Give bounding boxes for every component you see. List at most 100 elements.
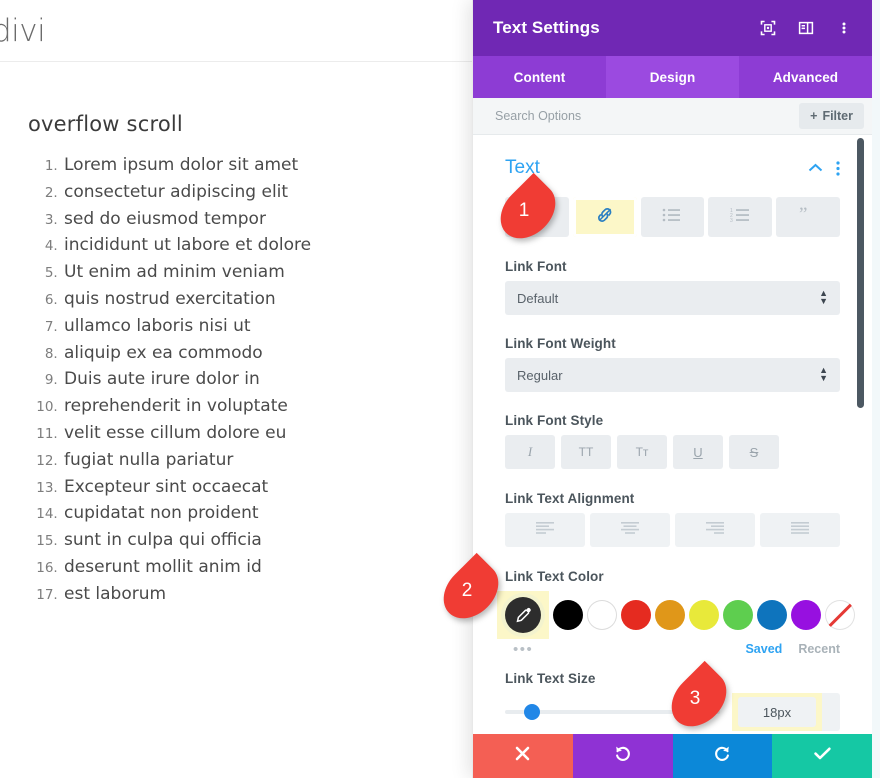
swatch-purple[interactable] bbox=[791, 600, 821, 630]
swatch-blue[interactable] bbox=[757, 600, 787, 630]
link-font-select[interactable]: Default ▲ ▼ bbox=[505, 281, 840, 315]
eyedropper-button[interactable] bbox=[497, 591, 549, 639]
page-content: overflow scroll Lorem ipsum dolor sit am… bbox=[0, 62, 472, 608]
align-justify-button[interactable] bbox=[760, 513, 840, 547]
marker-label: 3 bbox=[689, 688, 701, 709]
uppercase-button[interactable]: TT bbox=[561, 435, 611, 469]
search-bar: + Filter bbox=[473, 98, 872, 135]
slider-handle[interactable] bbox=[523, 704, 540, 720]
list-item: consectetur adipiscing elit bbox=[62, 179, 472, 206]
filter-button[interactable]: + Filter bbox=[799, 103, 864, 129]
list-item: Lorem ipsum dolor sit amet bbox=[62, 152, 472, 179]
link-font-value: Default bbox=[517, 290, 559, 306]
ordered-list: Lorem ipsum dolor sit amet consectetur a… bbox=[28, 152, 472, 608]
swatch-yellow[interactable] bbox=[689, 600, 719, 630]
link-text-alignment-group bbox=[505, 513, 840, 547]
plus-icon: + bbox=[810, 109, 818, 123]
ordered-list-icon: 1 2 3 bbox=[730, 208, 751, 227]
list-item: Ut enim ad minim veniam bbox=[62, 259, 472, 286]
modal-title: Text Settings bbox=[493, 18, 600, 37]
more-colors-button[interactable]: ••• bbox=[513, 642, 533, 657]
save-button[interactable] bbox=[772, 734, 872, 778]
align-left-icon bbox=[535, 521, 555, 539]
select-arrows-icon: ▲ ▼ bbox=[819, 365, 828, 383]
link-font-style-group: I TT Tᴛ U S bbox=[505, 435, 840, 469]
align-left-button[interactable] bbox=[505, 513, 585, 547]
list-item: fugiat nulla pariatur bbox=[62, 447, 472, 474]
website-preview: divi overflow scroll Lorem ipsum dolor s… bbox=[0, 0, 472, 778]
undo-button[interactable] bbox=[572, 734, 673, 778]
italic-button[interactable]: I bbox=[505, 435, 555, 469]
strikethrough-glyph: S bbox=[749, 444, 759, 460]
select-arrows-icon: ▲ ▼ bbox=[819, 288, 828, 306]
swatch-transparent[interactable] bbox=[825, 600, 855, 630]
link-text-size-unit-area[interactable] bbox=[822, 693, 840, 731]
link-font-style-label: Link Font Style bbox=[505, 413, 604, 428]
svg-text:”: ” bbox=[799, 207, 807, 223]
swatch-green[interactable] bbox=[723, 600, 753, 630]
blockquote-button[interactable]: ” bbox=[776, 197, 840, 237]
link-text-size-input[interactable]: 18px bbox=[738, 697, 816, 727]
swatch-black[interactable] bbox=[553, 600, 583, 630]
site-logo: divi bbox=[0, 12, 46, 49]
section-title: Text bbox=[505, 157, 540, 178]
color-swatch-row bbox=[497, 591, 855, 639]
search-input[interactable] bbox=[495, 109, 800, 123]
redo-button[interactable] bbox=[672, 734, 773, 778]
saved-colors-tab[interactable]: Saved bbox=[745, 642, 782, 656]
modal-header-actions bbox=[756, 16, 856, 40]
link-font-weight-select[interactable]: Regular ▲ ▼ bbox=[505, 358, 840, 392]
list-item: reprehenderit in voluptate bbox=[62, 393, 472, 420]
text-section-header: Text bbox=[505, 157, 840, 179]
svg-text:3: 3 bbox=[730, 218, 733, 222]
page-right-edge bbox=[872, 0, 880, 778]
list-item: cupidatat non proident bbox=[62, 500, 472, 527]
swatch-white[interactable] bbox=[587, 600, 617, 630]
panel-layout-icon[interactable] bbox=[794, 16, 818, 40]
recent-colors-tab[interactable]: Recent bbox=[798, 642, 840, 656]
unordered-list-button[interactable] bbox=[640, 197, 705, 237]
list-item: sunt in culpa qui officia bbox=[62, 527, 472, 554]
section-kebab-menu-icon[interactable] bbox=[836, 160, 840, 176]
strikethrough-button[interactable]: S bbox=[729, 435, 779, 469]
list-item: ullamco laboris nisi ut bbox=[62, 313, 472, 340]
italic-glyph: I bbox=[527, 444, 533, 459]
underline-button[interactable]: U bbox=[673, 435, 723, 469]
marker-label: 1 bbox=[518, 200, 530, 221]
text-settings-modal: Text Settings Content Design Advanced Se… bbox=[472, 0, 872, 778]
link-icon bbox=[595, 205, 615, 230]
focus-target-icon[interactable] bbox=[756, 16, 780, 40]
align-right-button[interactable] bbox=[675, 513, 755, 547]
eyedropper-icon bbox=[505, 597, 541, 633]
align-justify-icon bbox=[790, 521, 810, 539]
list-item: sed do eiusmod tempor bbox=[62, 206, 472, 233]
align-center-button[interactable] bbox=[590, 513, 670, 547]
link-font-label: Link Font bbox=[505, 259, 567, 274]
tab-content[interactable]: Content bbox=[473, 56, 606, 98]
smallcaps-button[interactable]: Tᴛ bbox=[617, 435, 667, 469]
quote-icon: ” bbox=[798, 204, 818, 228]
uppercase-glyph: TT bbox=[578, 445, 594, 459]
smallcaps-glyph: Tᴛ bbox=[635, 445, 649, 459]
annotation-marker-1: 1 bbox=[489, 172, 567, 250]
kebab-menu-icon[interactable] bbox=[832, 16, 856, 40]
swatch-red[interactable] bbox=[621, 600, 651, 630]
annotation-marker-3: 3 bbox=[660, 660, 738, 738]
annotation-marker-2: 2 bbox=[432, 552, 510, 630]
tab-design[interactable]: Design bbox=[606, 56, 739, 98]
link-text-button[interactable] bbox=[572, 197, 637, 237]
x-icon bbox=[514, 745, 531, 767]
list-item: Duis aute irure dolor in bbox=[62, 366, 472, 393]
site-header: divi bbox=[0, 0, 472, 62]
chevron-up-icon[interactable] bbox=[808, 163, 823, 173]
link-text-color-label: Link Text Color bbox=[505, 569, 604, 584]
modal-tabs: Content Design Advanced bbox=[473, 56, 872, 98]
modal-scrollbar[interactable] bbox=[857, 138, 864, 408]
unordered-list-icon bbox=[662, 208, 682, 227]
cancel-button[interactable] bbox=[473, 734, 573, 778]
list-item: incididunt ut labore et dolore bbox=[62, 232, 472, 259]
swatch-orange[interactable] bbox=[655, 600, 685, 630]
tab-advanced[interactable]: Advanced bbox=[739, 56, 872, 98]
ordered-list-button[interactable]: 1 2 3 bbox=[708, 197, 773, 237]
link-font-weight-value: Regular bbox=[517, 367, 563, 383]
